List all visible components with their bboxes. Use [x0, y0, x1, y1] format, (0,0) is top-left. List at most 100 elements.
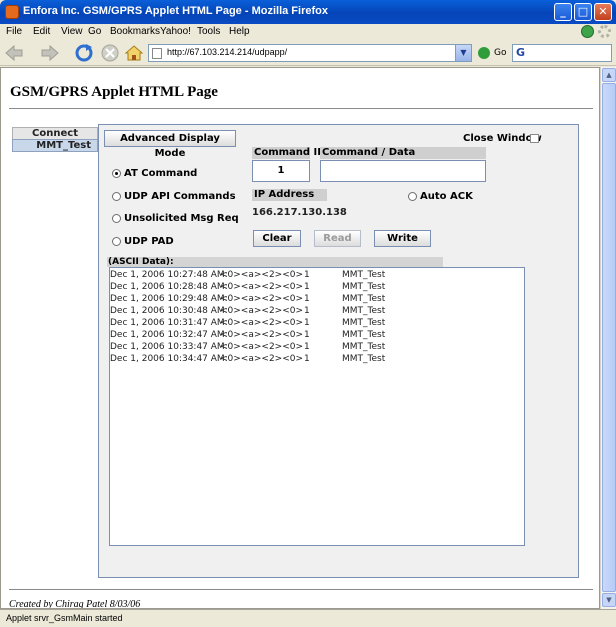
url-bar[interactable]: http://67.103.214.214/udpapp/ ▼	[148, 44, 472, 62]
radio-udp-api-commands-label[interactable]: UDP API Commands	[124, 191, 236, 202]
log-time: Dec 1, 2006 10:31:47 AM:	[110, 318, 228, 328]
clear-button[interactable]: Clear	[253, 230, 301, 247]
log-id: 1	[304, 318, 310, 328]
ascii-data-header: (ASCII Data):	[107, 257, 443, 267]
log-data: <0><a><2><0>	[220, 354, 304, 364]
ip-address-value: 166.217.130.138	[252, 207, 347, 218]
radio-at-command[interactable]	[112, 169, 121, 178]
log-data: <0><a><2><0>	[220, 342, 304, 352]
log-id: 1	[304, 342, 310, 352]
go-arrow-icon[interactable]	[478, 47, 490, 59]
advanced-display-mode-button[interactable]: Advanced Display Mode	[104, 130, 236, 159]
radio-at-command-label[interactable]: AT Command	[124, 168, 197, 179]
google-search-icon: G	[516, 46, 526, 59]
activity-throbber-icon	[598, 25, 611, 38]
status-text: Applet srvr_GsmMain started	[6, 613, 123, 623]
log-time: Dec 1, 2006 10:29:48 AM:	[110, 294, 228, 304]
log-name: MMT_Test	[342, 318, 386, 328]
reload-icon[interactable]	[74, 43, 94, 63]
radio-udp-pad[interactable]	[112, 237, 121, 246]
home-icon[interactable]	[124, 43, 144, 63]
log-name: MMT_Test	[342, 354, 386, 364]
log-data: <0><a><2><0>	[220, 318, 304, 328]
scroll-down-icon[interactable]: ▼	[602, 593, 616, 607]
log-name: MMT_Test	[342, 306, 386, 316]
log-name: MMT_Test	[342, 342, 386, 352]
command-id-label: Command ID	[252, 147, 326, 159]
log-id: 1	[304, 294, 310, 304]
log-name: MMT_Test	[342, 294, 386, 304]
window-titlebar[interactable]: Enfora Inc. GSM/GPRS Applet HTML Page - …	[0, 0, 616, 24]
firefox-app-icon	[5, 5, 19, 19]
log-time: Dec 1, 2006 10:32:47 AM:	[110, 330, 228, 340]
log-id: 1	[304, 354, 310, 364]
log-name: MMT_Test	[342, 282, 386, 292]
log-data: <0><a><2><0>	[220, 294, 304, 304]
auto-ack-label[interactable]: Auto ACK	[420, 191, 473, 202]
applet-panel: Advanced Display Mode Close Window Comma…	[98, 124, 579, 578]
log-data: <0><a><2><0>	[220, 330, 304, 340]
menu-tools[interactable]: Tools	[197, 26, 220, 37]
search-input[interactable]: G	[512, 44, 612, 62]
top-divider	[9, 108, 593, 109]
menu-help[interactable]: Help	[229, 26, 250, 37]
command-data-label: Command / Data	[320, 147, 486, 159]
vertical-scrollbar[interactable]: ▲ ▼	[600, 67, 616, 609]
page-icon	[152, 48, 162, 59]
menu-file[interactable]: File	[6, 26, 22, 37]
minimize-button[interactable]: _	[554, 3, 572, 21]
menu-edit[interactable]: Edit	[33, 26, 50, 37]
write-button[interactable]: Write	[374, 230, 431, 247]
stop-icon[interactable]	[100, 43, 120, 63]
page-footer: Created by Chirag Patel 8/03/06	[9, 599, 141, 609]
close-button[interactable]: ✕	[594, 3, 612, 21]
page-title: GSM/GPRS Applet HTML Page	[10, 84, 218, 100]
log-time: Dec 1, 2006 10:27:48 AM:	[110, 270, 228, 280]
log-id: 1	[304, 282, 310, 292]
radio-auto-ack[interactable]	[408, 192, 417, 201]
log-data: <0><a><2><0>	[220, 270, 304, 280]
url-text[interactable]: http://67.103.214.214/udpapp/	[167, 47, 287, 57]
log-time: Dec 1, 2006 10:33:47 AM:	[110, 342, 228, 352]
tab-connect[interactable]: Connect	[12, 127, 98, 139]
command-data-field[interactable]	[320, 160, 486, 182]
window-title: Enfora Inc. GSM/GPRS Applet HTML Page - …	[23, 5, 328, 17]
log-name: MMT_Test	[342, 330, 386, 340]
log-id: 1	[304, 330, 310, 340]
maximize-button[interactable]: □	[574, 3, 592, 21]
navigation-toolbar: http://67.103.214.214/udpapp/ ▼ Go G	[0, 40, 616, 66]
forward-arrow-icon[interactable]	[40, 43, 60, 63]
scroll-up-icon[interactable]: ▲	[602, 68, 616, 82]
back-arrow-icon[interactable]	[4, 43, 24, 63]
radio-udp-api-commands[interactable]	[112, 192, 121, 201]
page-viewport: GSM/GPRS Applet HTML Page Connect MMT_Te…	[0, 67, 600, 609]
log-data: <0><a><2><0>	[220, 282, 304, 292]
menu-view[interactable]: View	[61, 26, 83, 37]
log-time: Dec 1, 2006 10:28:48 AM:	[110, 282, 228, 292]
command-id-field[interactable]: 1	[252, 160, 310, 182]
log-name: MMT_Test	[342, 270, 386, 280]
bottom-divider	[9, 589, 593, 590]
ascii-log-area[interactable]: Dec 1, 2006 10:27:48 AM: <0><a><2><0> 1 …	[109, 267, 525, 546]
scroll-thumb[interactable]	[602, 83, 616, 592]
log-id: 1	[304, 270, 310, 280]
go-button[interactable]: Go	[494, 48, 506, 58]
menu-bookmarks[interactable]: Bookmarks	[110, 26, 160, 37]
menu-yahoo[interactable]: Yahoo!	[160, 26, 191, 37]
url-dropdown-icon[interactable]: ▼	[455, 45, 471, 61]
log-id: 1	[304, 306, 310, 316]
read-button[interactable]: Read	[314, 230, 361, 247]
radio-unsolicited-msg-req-label[interactable]: Unsolicited Msg Req	[124, 213, 239, 224]
radio-unsolicited-msg-req[interactable]	[112, 214, 121, 223]
log-data: <0><a><2><0>	[220, 306, 304, 316]
radio-udp-pad-label[interactable]: UDP PAD	[124, 236, 174, 247]
update-indicator-icon[interactable]	[581, 25, 594, 38]
ip-address-label: IP Address	[252, 189, 327, 201]
status-bar: Applet srvr_GsmMain started	[0, 609, 616, 627]
log-time: Dec 1, 2006 10:34:47 AM:	[110, 354, 228, 364]
menu-go[interactable]: Go	[88, 26, 101, 37]
log-time: Dec 1, 2006 10:30:48 AM:	[110, 306, 228, 316]
close-window-checkbox[interactable]	[530, 134, 539, 143]
tab-device-mmt-test[interactable]: MMT_Test	[12, 139, 98, 152]
menu-bar: File Edit View Go Bookmarks Yahoo! Tools…	[0, 24, 616, 40]
